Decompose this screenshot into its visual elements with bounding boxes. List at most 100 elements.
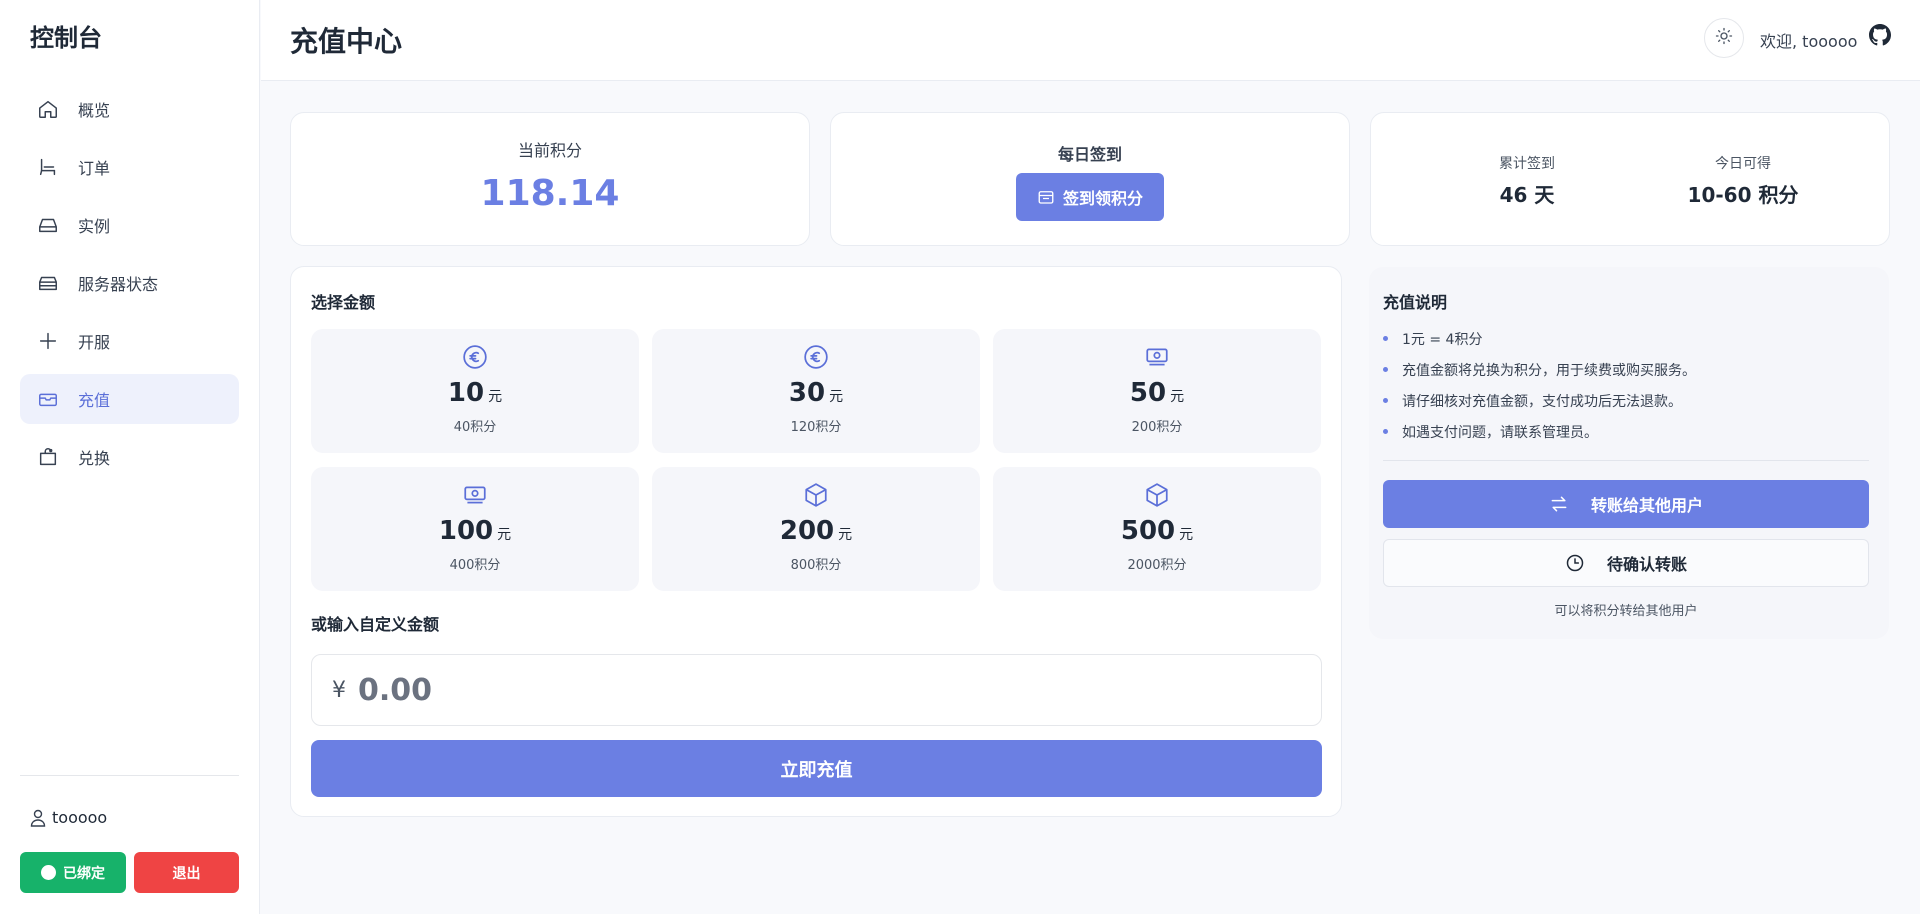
sidebar-item-server-status[interactable]: 服务器状态 xyxy=(20,258,239,308)
checkin-button-label: 签到领积分 xyxy=(1062,189,1143,208)
recharge-icon xyxy=(36,387,60,411)
info-divider xyxy=(1383,460,1869,461)
top-header: 充值中心 欢迎, tooooo xyxy=(261,0,1920,81)
amount-points: 200积分 xyxy=(1131,420,1183,435)
amount-value: 30 xyxy=(788,378,826,408)
info-item: 请仔细核对充值金额，支付成功后无法退款。 xyxy=(1383,385,1696,416)
custom-amount-title: 或输入自定义金额 xyxy=(311,615,440,634)
bag-icon xyxy=(36,445,60,469)
amount-unit: 元 xyxy=(1179,527,1194,543)
bound-button[interactable]: 已绑定 xyxy=(20,852,126,893)
amount-value: 10 xyxy=(447,378,485,408)
checkin-card: 每日签到 签到领积分 xyxy=(830,112,1350,246)
sidebar-item-open-server[interactable]: 开服 xyxy=(20,316,239,366)
sidebar-username: tooooo xyxy=(52,808,108,827)
sidebar-item-label: 实例 xyxy=(78,217,111,236)
box-icon xyxy=(1144,482,1170,508)
sidebar-item-instances[interactable]: 实例 xyxy=(20,200,239,250)
amount-option-100[interactable]: 100 元 400积分 xyxy=(311,467,639,591)
total-checkin-value: 46 天 xyxy=(1499,183,1555,207)
bound-label: 已绑定 xyxy=(63,865,105,882)
amount-option-50[interactable]: 50 元 200积分 xyxy=(993,329,1321,453)
today-points-stat: 今日可得 10-60 积分 xyxy=(1643,153,1843,208)
sidebar: 控制台 概览 订单 实例 服务器状态 开服 充值 兑换 tooooo 已绑定 退… xyxy=(0,0,260,914)
recharge-now-button[interactable]: 立即充值 xyxy=(311,740,1322,797)
amount-unit: 元 xyxy=(838,527,853,543)
pending-transfer-button[interactable]: 待确认转账 xyxy=(1383,539,1869,587)
amount-value: 200 xyxy=(779,516,835,546)
euro-coin-icon xyxy=(803,344,829,370)
checkin-stats-card: 累计签到 46 天 今日可得 10-60 积分 xyxy=(1370,112,1890,246)
amount-option-10[interactable]: 10 元 40积分 xyxy=(311,329,639,453)
sidebar-item-exchange[interactable]: 兑换 xyxy=(20,432,239,482)
server-icon xyxy=(36,271,60,295)
recharge-info-panel: 充值说明 1元 = 4积分 充值金额将兑换为积分，用于续费或购买服务。 请仔细核… xyxy=(1369,267,1889,639)
amount-value: 500 xyxy=(1120,516,1176,546)
amount-points: 800积分 xyxy=(790,558,842,573)
banknote-icon xyxy=(462,482,488,508)
sidebar-nav: 概览 订单 实例 服务器状态 开服 充值 兑换 xyxy=(20,84,239,490)
amount-unit: 元 xyxy=(829,389,844,405)
page-title: 充值中心 xyxy=(290,25,403,58)
theme-toggle-button[interactable] xyxy=(1704,18,1744,58)
sidebar-item-overview[interactable]: 概览 xyxy=(20,84,239,134)
drive-icon xyxy=(36,213,60,237)
euro-coin-icon xyxy=(462,344,488,370)
sidebar-item-label: 充值 xyxy=(78,391,111,410)
welcome-text: 欢迎, tooooo xyxy=(1760,32,1858,51)
total-checkin-label: 累计签到 xyxy=(1499,156,1555,172)
info-item: 如遇支付问题，请联系管理员。 xyxy=(1383,416,1696,447)
info-list: 1元 = 4积分 充值金额将兑换为积分，用于续费或购买服务。 请仔细核对充值金额… xyxy=(1383,323,1696,447)
brand-title: 控制台 xyxy=(30,24,102,52)
chair-icon xyxy=(36,155,60,179)
plus-icon xyxy=(36,329,60,353)
pending-transfer-label: 待确认转账 xyxy=(1606,555,1687,574)
checkin-label: 每日签到 xyxy=(1057,145,1122,164)
clock-icon xyxy=(1565,553,1585,573)
user-icon xyxy=(30,809,46,827)
amount-points: 400积分 xyxy=(449,558,501,573)
info-footer-note: 可以将积分转给其他用户 xyxy=(1554,604,1698,619)
transfer-button[interactable]: 转账给其他用户 xyxy=(1383,480,1869,528)
amount-option-500[interactable]: 500 元 2000积分 xyxy=(993,467,1321,591)
amount-points: 40积分 xyxy=(453,420,497,435)
calendar-icon xyxy=(1037,188,1055,206)
box-icon xyxy=(803,482,829,508)
amount-option-30[interactable]: 30 元 120积分 xyxy=(652,329,980,453)
today-points-label: 今日可得 xyxy=(1715,156,1771,172)
currency-symbol: ¥ xyxy=(332,677,346,703)
status-dot-icon xyxy=(41,865,56,880)
total-checkin-stat: 累计签到 46 天 xyxy=(1427,153,1627,208)
sun-icon xyxy=(1715,27,1733,49)
today-points-value: 10-60 积分 xyxy=(1687,183,1799,207)
checkin-button[interactable]: 签到领积分 xyxy=(1016,173,1164,221)
info-title: 充值说明 xyxy=(1383,293,1448,312)
amount-points: 2000积分 xyxy=(1127,558,1187,573)
sidebar-item-orders[interactable]: 订单 xyxy=(20,142,239,192)
amount-points: 120积分 xyxy=(790,420,842,435)
amount-option-200[interactable]: 200 元 800积分 xyxy=(652,467,980,591)
banknote-icon xyxy=(1144,344,1170,370)
recharge-card: 选择金额 10 元 40积分 30 元 120积分 50 元 200积分 100 元 4… xyxy=(290,266,1342,817)
amount-unit: 元 xyxy=(497,527,512,543)
custom-amount-input[interactable] xyxy=(358,672,1258,708)
transfer-button-label: 转账给其他用户 xyxy=(1590,496,1703,515)
sidebar-item-label: 兑换 xyxy=(78,449,111,468)
info-item: 1元 = 4积分 xyxy=(1383,323,1696,354)
points-value: 118.14 xyxy=(480,173,620,214)
sidebar-item-label: 订单 xyxy=(78,159,111,178)
home-icon xyxy=(36,97,60,121)
sidebar-item-label: 概览 xyxy=(78,101,111,120)
points-label: 当前积分 xyxy=(517,141,582,160)
points-card: 当前积分 118.14 xyxy=(290,112,810,246)
sidebar-user: tooooo xyxy=(30,808,107,827)
sidebar-divider xyxy=(20,775,239,776)
sidebar-item-label: 服务器状态 xyxy=(78,275,159,294)
info-item: 充值金额将兑换为积分，用于续费或购买服务。 xyxy=(1383,354,1696,385)
github-icon[interactable] xyxy=(1869,24,1891,46)
logout-button[interactable]: 退出 xyxy=(134,852,239,893)
amount-value: 50 xyxy=(1129,378,1167,408)
custom-amount-field[interactable]: ¥ xyxy=(311,654,1322,726)
sidebar-item-recharge[interactable]: 充值 xyxy=(20,374,239,424)
amount-unit: 元 xyxy=(488,389,503,405)
